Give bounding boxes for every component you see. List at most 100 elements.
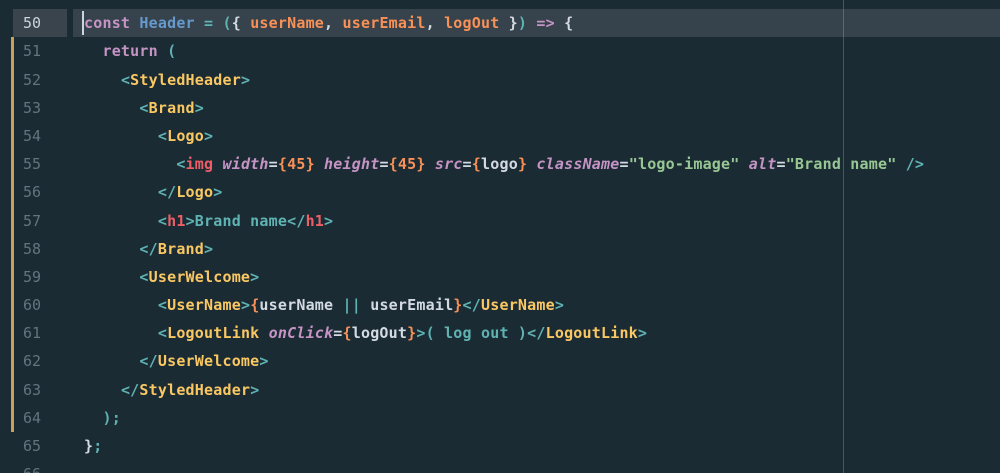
code-line-65[interactable]: 65};	[0, 432, 1000, 460]
code-token: Brand	[148, 98, 195, 117]
code-token: {45}	[388, 155, 426, 174]
code-line-52[interactable]: 52 <StyledHeader>	[0, 66, 1000, 94]
code-token: )	[517, 14, 528, 33]
code-token: LogoutLink	[167, 324, 260, 343]
code-token: Brand	[157, 239, 205, 258]
code-line-57[interactable]: 57 <h1>Brand name</h1>	[0, 207, 1000, 235]
code-token: }	[84, 437, 94, 455]
code-text: </Brand>	[84, 235, 213, 263]
code-line-66[interactable]: 66	[0, 460, 1000, 473]
code-token: img	[185, 155, 214, 174]
code-token: >	[204, 126, 214, 145]
code-token: </	[157, 183, 177, 202]
code-token: width	[222, 155, 269, 174]
code-line-58[interactable]: 58 </Brand>	[0, 235, 1000, 263]
code-token: logOut	[351, 324, 408, 343]
code-token: userName	[250, 14, 325, 33]
code-token: ;	[93, 437, 103, 455]
code-token: src	[434, 155, 463, 174]
code-token: <	[176, 155, 186, 174]
code-token: >	[185, 211, 195, 230]
line-number: 58	[22, 239, 41, 258]
code-token: {	[342, 324, 352, 343]
code-text: );	[84, 404, 121, 432]
code-editor[interactable]: 4950const Header = ({ userName, userEmai…	[0, 0, 1000, 473]
code-token: >	[259, 352, 269, 371]
code-token: Header	[139, 14, 205, 33]
code-line-61[interactable]: 61 <LogoutLink onClick={logOut}>( log ou…	[0, 319, 1000, 347]
code-token: Logo	[176, 183, 214, 202]
code-token: ,	[425, 14, 445, 33]
code-token: "Brand name"	[785, 155, 897, 174]
code-token: alt	[748, 155, 777, 174]
code-text: <StyledHeader>	[84, 66, 250, 94]
line-number: 62	[22, 352, 41, 371]
code-text: return (	[84, 37, 176, 65]
code-token: </	[120, 380, 140, 399]
line-number: 51	[22, 42, 41, 61]
code-token: UserName	[481, 296, 555, 315]
line-number: 52	[22, 70, 41, 89]
line-number: 60	[22, 296, 41, 315]
code-token: <	[139, 98, 149, 117]
code-token: =>	[536, 14, 555, 33]
code-line-55[interactable]: 55 <img width={45} height={45} src={logo…	[0, 150, 1000, 178]
code-token: >	[240, 70, 251, 89]
code-token: </	[287, 211, 306, 230]
code-token: {	[554, 14, 574, 33]
code-line-62[interactable]: 62 </UserWelcome>	[0, 347, 1000, 375]
code-text: </Logo>	[84, 178, 223, 206]
code-line-59[interactable]: 59 <UserWelcome>	[0, 263, 1000, 291]
code-line-53[interactable]: 53 <Brand>	[0, 94, 1000, 122]
code-token: </	[139, 239, 158, 258]
code-lines: 4950const Header = ({ userName, userEmai…	[0, 0, 1000, 473]
code-token: {	[231, 14, 251, 33]
code-token: LogoutLink	[545, 324, 638, 343]
code-line-51[interactable]: 51 return (	[0, 37, 1000, 65]
code-text: <UserName>{userName || userEmail}</UserN…	[84, 291, 564, 319]
code-token: >	[637, 324, 648, 343]
code-token: }	[453, 296, 463, 315]
line-number: 55	[22, 155, 41, 174]
code-line-63[interactable]: 63 </StyledHeader>	[0, 376, 1000, 404]
code-token: >	[324, 211, 334, 230]
code-token: <	[157, 324, 168, 343]
code-token: >	[250, 380, 260, 399]
code-line-50[interactable]: 50 const Header = ({ userName, userEmail,…	[0, 9, 1000, 38]
code-token: }	[407, 324, 417, 343]
code-token: </	[139, 352, 158, 371]
code-token: {	[471, 155, 482, 174]
code-token: <	[157, 126, 168, 145]
code-text: </StyledHeader>	[84, 376, 259, 404]
code-line-64[interactable]: 64 );	[0, 404, 1000, 432]
code-text: </UserWelcome>	[84, 347, 269, 375]
code-token: h1	[167, 211, 186, 230]
code-text: <h1>Brand name</h1>	[84, 207, 333, 235]
line-number: 56	[22, 183, 41, 202]
code-line-56[interactable]: 56 </Logo>	[0, 178, 1000, 206]
code-token: userEmail	[342, 14, 426, 33]
code-token: Brand name	[194, 211, 288, 230]
code-token: =	[462, 155, 472, 174]
code-token: ,	[324, 14, 343, 33]
code-text: <UserWelcome>	[84, 263, 259, 291]
code-token: return	[102, 42, 168, 61]
line-number: 65	[22, 437, 41, 455]
code-line-60[interactable]: 60 <UserName>{userName || userEmail}</Us…	[0, 291, 1000, 319]
code-line-49[interactable]: 49	[0, 0, 1000, 9]
code-token: >	[213, 183, 223, 202]
code-token: (	[167, 42, 177, 61]
code-line-54[interactable]: 54 <Logo>	[0, 122, 1000, 150]
code-text: <Brand>	[84, 94, 204, 122]
line-number: 53	[22, 98, 41, 117]
code-token: const	[84, 14, 140, 33]
code-token: <	[139, 267, 149, 286]
code-token: }	[499, 14, 518, 33]
code-token: </	[527, 324, 546, 343]
line-number: 59	[22, 267, 41, 286]
code-text: };	[84, 432, 102, 460]
line-number: 63	[22, 380, 41, 399]
